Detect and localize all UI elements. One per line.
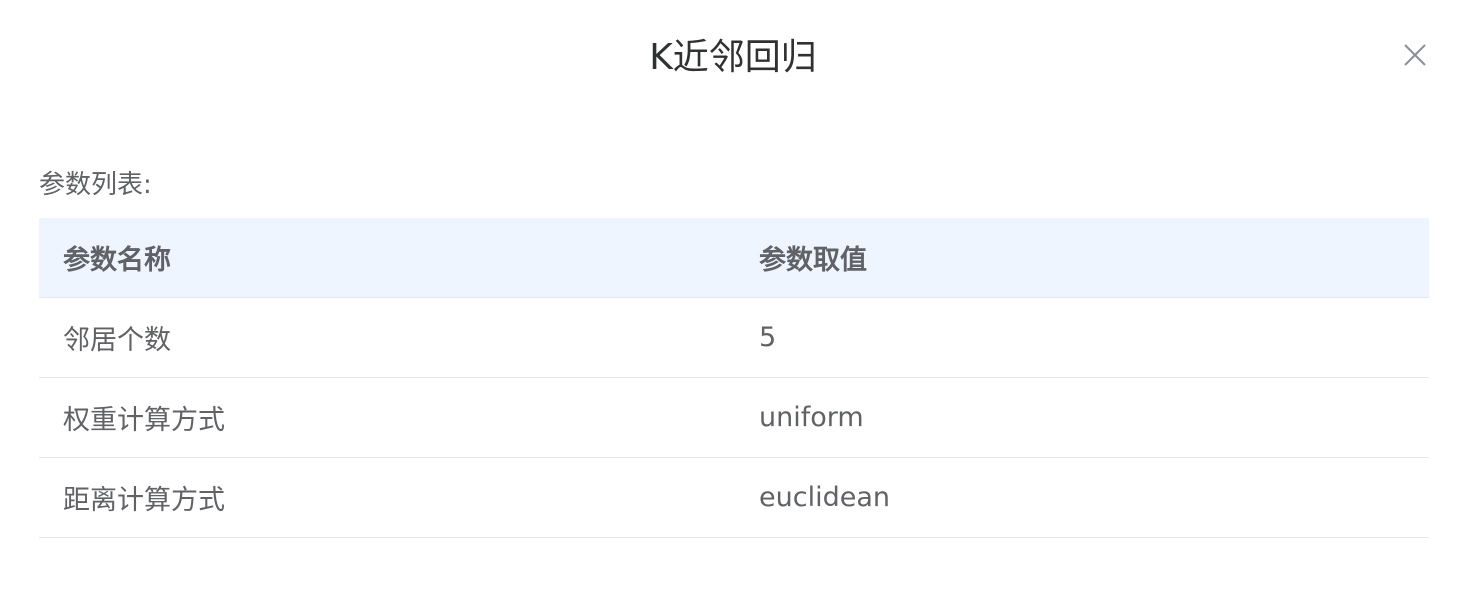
parameter-table: 参数名称 参数取值 邻居个数 5 权重计算方式 uniform 距离计算方式 e… [39,218,1429,538]
dialog-title: K近邻回归 [649,37,817,78]
close-icon [1404,44,1426,66]
param-name-cell: 邻居个数 [39,297,735,378]
parameter-dialog: K近邻回归 参数列表: 参数名称 参数取值 邻居个数 5 权重计算方式 unif [0,0,1466,594]
param-value-cell: uniform [735,377,1429,458]
header-param-value: 参数取值 [735,218,1429,298]
param-value-cell: 5 [735,297,1429,378]
table-header-row: 参数名称 参数取值 [39,218,1429,298]
table-row: 邻居个数 5 [39,297,1429,378]
param-name-cell: 权重计算方式 [39,377,735,458]
param-name-cell: 距离计算方式 [39,457,735,538]
close-button[interactable] [1398,38,1432,72]
table-row: 距离计算方式 euclidean [39,457,1429,538]
table-row: 权重计算方式 uniform [39,377,1429,458]
parameter-list-label: 参数列表: [39,170,152,200]
param-value-cell: euclidean [735,457,1429,538]
header-param-name: 参数名称 [39,218,735,298]
